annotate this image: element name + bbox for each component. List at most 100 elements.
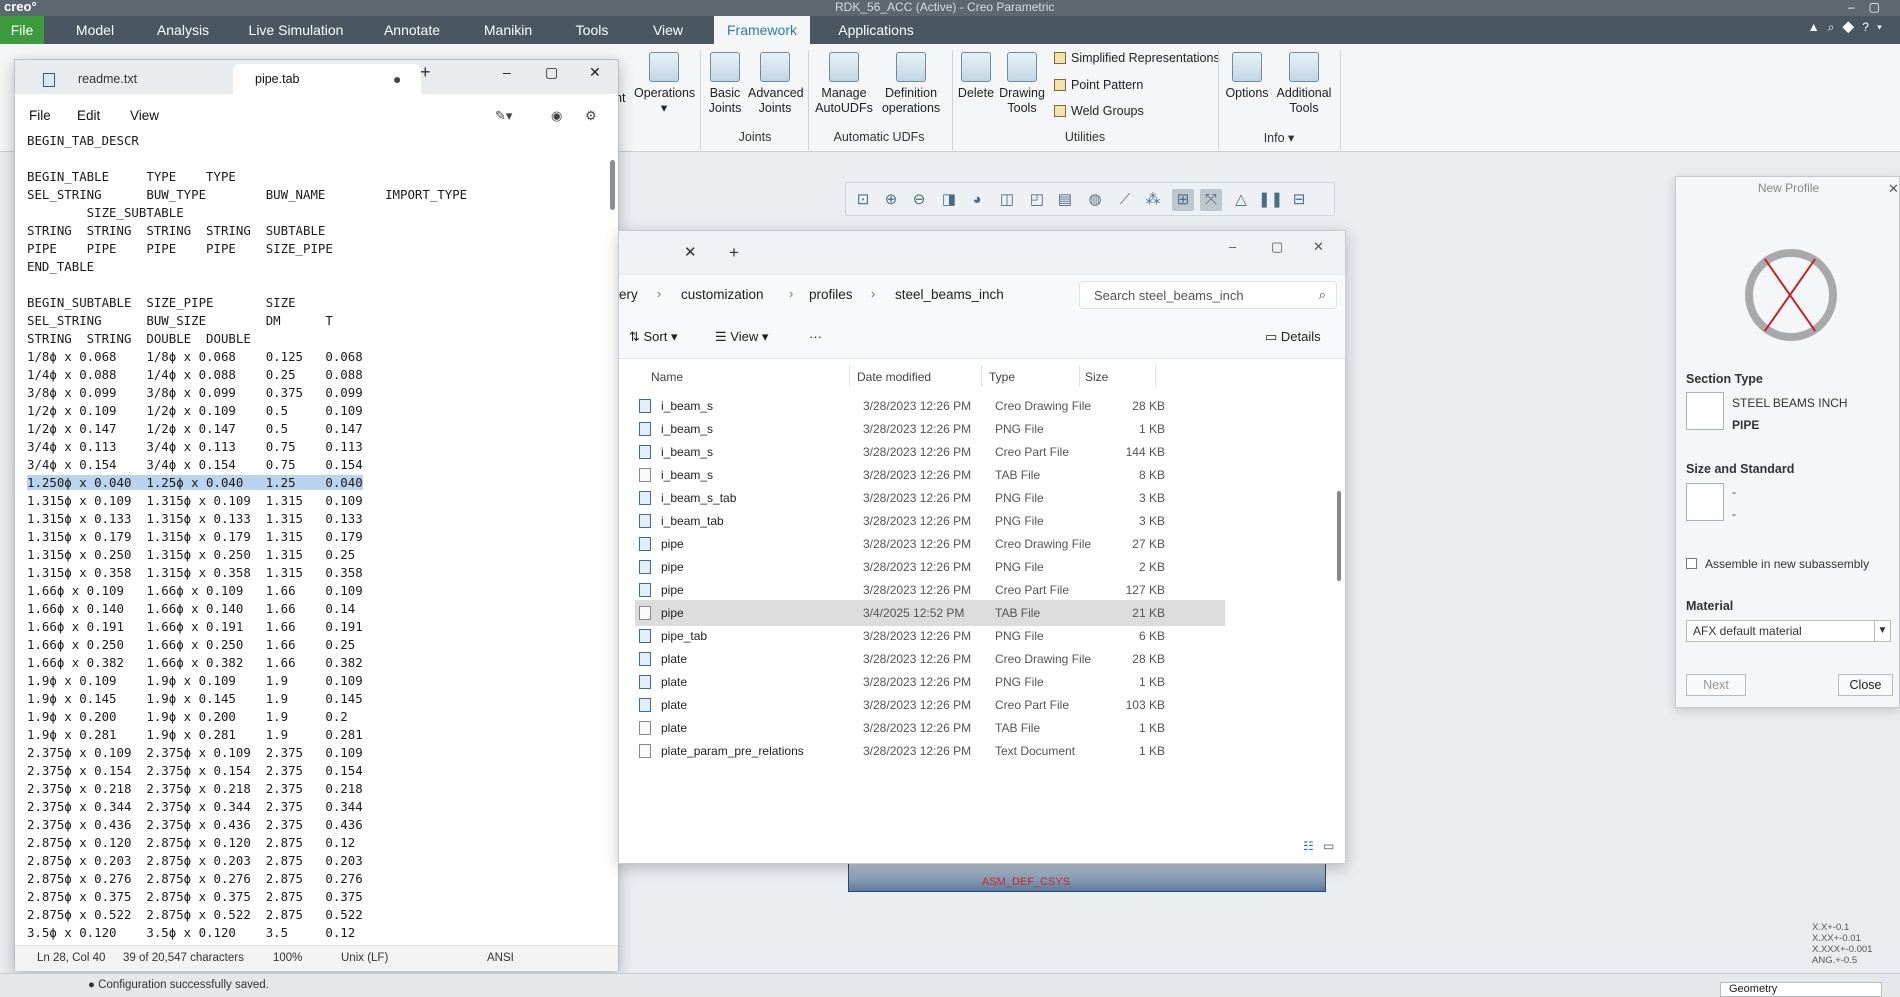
file-type: Creo Drawing File	[995, 537, 1092, 551]
column-type[interactable]: Type	[989, 370, 1015, 384]
tab-framework[interactable]: Framework	[714, 16, 810, 44]
breadcrumb-customization[interactable]: customization	[681, 287, 764, 302]
breadcrumb-steel-beams-inch[interactable]: steel_beams_inch	[895, 287, 1004, 302]
new-tab-icon[interactable]: +	[729, 243, 739, 263]
text-file-icon	[43, 73, 55, 87]
search-input[interactable]: Search steel_beams_inch ⌕	[1079, 281, 1337, 309]
file-list-scrollbar[interactable]	[1337, 491, 1341, 581]
close-tab-icon[interactable]: ✕	[684, 243, 697, 261]
tab-pipe[interactable]: pipe.tab ●	[233, 64, 421, 94]
refit-icon[interactable]: ⊡	[852, 189, 874, 211]
assemble-checkbox[interactable]: Assemble in new subassembly	[1686, 557, 1869, 571]
tab-file[interactable]: File	[0, 16, 44, 44]
more-options-icon[interactable]: ···	[809, 329, 822, 344]
pause-icon[interactable]: ❚❚	[1258, 189, 1283, 211]
menu-view[interactable]: View	[130, 108, 159, 123]
datum-display-icon[interactable]: ⟋	[1114, 189, 1136, 211]
additional-tools-button[interactable]: Additional Tools	[1272, 52, 1336, 116]
column-divider[interactable]	[849, 365, 850, 387]
file-row[interactable]: plate_param_pre_relations 3/28/2023 12:26…	[635, 738, 1225, 764]
spin-center-icon[interactable]: ⊞	[1172, 189, 1194, 211]
column-divider[interactable]	[1155, 365, 1156, 387]
point-pattern-button[interactable]: Point Pattern	[1054, 77, 1143, 93]
breadcrumb-ery[interactable]: ery	[619, 287, 638, 302]
creo-menubar: File Model Analysis Live Simulation Anno…	[0, 16, 1900, 44]
tiles-view-icon[interactable]: ▭	[1323, 839, 1334, 853]
definition-operations-button[interactable]: Definition operations	[876, 52, 946, 116]
repaint-icon[interactable]: ◨	[938, 189, 960, 211]
checkbox-icon[interactable]	[1686, 558, 1697, 569]
section-icon[interactable]: ◍	[1084, 189, 1106, 211]
size-standard-icon[interactable]	[1686, 483, 1724, 521]
group-info[interactable]: Info ▾	[1222, 130, 1336, 145]
close-icon[interactable]: ✕	[1888, 181, 1899, 197]
section-type-folder-icon[interactable]	[1686, 392, 1724, 430]
file-type: Creo Drawing File	[995, 399, 1092, 413]
column-size[interactable]: Size	[1085, 370, 1108, 384]
column-name[interactable]: Name	[651, 370, 683, 384]
definition-operations-label: Definition operations	[881, 86, 941, 115]
tab-applications[interactable]: Applications	[828, 16, 924, 44]
saved-orientations-icon[interactable]: ◫	[996, 189, 1018, 211]
menu-file[interactable]: File	[29, 108, 51, 123]
warning-icon[interactable]: △	[1230, 189, 1252, 211]
dynamic-orient-icon[interactable]: ⤧	[1200, 189, 1222, 211]
display-style-icon[interactable]: ◕	[966, 189, 988, 211]
tab-analysis[interactable]: Analysis	[148, 16, 218, 44]
annotation-display-icon[interactable]: ⁂	[1142, 189, 1164, 211]
minimize-icon[interactable]: –	[503, 64, 511, 80]
text-line: 3/4ϕ x 0.113 3/4ϕ x 0.113 0.75 0.113	[27, 439, 363, 454]
details-view-icon[interactable]: ☷	[1303, 839, 1314, 853]
quick-help-icons[interactable]: ▲⌕◆?▾	[1808, 20, 1890, 35]
simplified-reps-button[interactable]: Simplified Representations	[1054, 50, 1220, 66]
notepad-scrollbar[interactable]	[610, 160, 615, 210]
operations-button[interactable]: Operations ▾	[634, 52, 695, 116]
tab-live-simulation[interactable]: Live Simulation	[242, 16, 350, 44]
assembly-model[interactable]	[848, 862, 1326, 892]
new-tab-icon[interactable]: +	[420, 62, 431, 83]
tab-model[interactable]: Model	[62, 16, 128, 44]
tab-tools[interactable]: Tools	[566, 16, 618, 44]
stop-icon[interactable]: ⊟	[1288, 189, 1310, 211]
creo-logo: creo°	[4, 0, 37, 14]
close-button[interactable]: Close	[1838, 674, 1893, 696]
delete-button[interactable]: Delete	[954, 52, 998, 101]
tab-manikin[interactable]: Manikin	[474, 16, 542, 44]
details-button[interactable]: ▭ Details	[1265, 329, 1321, 345]
maximize-icon[interactable]: ▢	[545, 64, 558, 81]
advanced-joints-button[interactable]: Advanced Joints	[748, 52, 804, 116]
column-divider[interactable]	[981, 365, 982, 387]
next-button[interactable]: Next	[1686, 674, 1746, 696]
perspective-icon[interactable]: ▤	[1054, 189, 1076, 211]
breadcrumb-profiles[interactable]: profiles	[809, 287, 853, 302]
close-icon[interactable]: ✕	[589, 64, 601, 81]
tab-annotate[interactable]: Annotate	[375, 16, 449, 44]
column-divider[interactable]	[1079, 365, 1080, 387]
drawing-tools-button[interactable]: Drawing Tools	[998, 52, 1046, 116]
close-icon[interactable]: ✕	[1313, 239, 1324, 255]
weld-groups-button[interactable]: Weld Groups	[1054, 103, 1144, 119]
text-line: 1/8ϕ x 0.068 1/8ϕ x 0.068 0.125 0.068	[27, 349, 363, 364]
minimize-icon[interactable]: –	[1229, 239, 1236, 254]
menu-edit[interactable]: Edit	[77, 108, 100, 123]
notepad-text-area[interactable]: BEGIN_TAB_DESCR BEGIN_TABLE TYPE TYPE SEL_…	[27, 132, 605, 940]
view-button[interactable]: ☰ View ▾	[715, 329, 768, 345]
basic-joints-button[interactable]: Basic Joints	[703, 52, 747, 116]
formatting-icon[interactable]: ✎▾	[495, 108, 512, 124]
selection-filter[interactable]: Geometry	[1720, 982, 1882, 997]
view-manager-icon[interactable]: ◰	[1026, 189, 1048, 211]
options-button[interactable]: Options	[1222, 52, 1272, 101]
settings-icon[interactable]: ⚙	[585, 108, 597, 124]
manage-autoudfs-button[interactable]: Manage AutoUDFs	[812, 52, 876, 116]
zoom-out-icon[interactable]: ⊖	[908, 189, 930, 211]
account-icon[interactable]: ◉	[551, 108, 562, 124]
column-date[interactable]: Date modified	[857, 370, 931, 384]
sort-button[interactable]: ⇅ Sort ▾	[629, 329, 678, 345]
maximize-icon[interactable]: ▢	[1271, 239, 1283, 255]
zoom-in-icon[interactable]: ⊕	[880, 189, 902, 211]
selected-text[interactable]: 1.250ϕ x 0.040 1.25ϕ x 0.040 1.25 0.040	[27, 475, 363, 490]
creo-window-buttons[interactable]: –▢	[1848, 0, 1894, 14]
material-select[interactable]: AFX default material ▼	[1686, 620, 1891, 642]
tab-view[interactable]: View	[640, 16, 696, 44]
tab-readme[interactable]: readme.txt	[23, 64, 229, 94]
